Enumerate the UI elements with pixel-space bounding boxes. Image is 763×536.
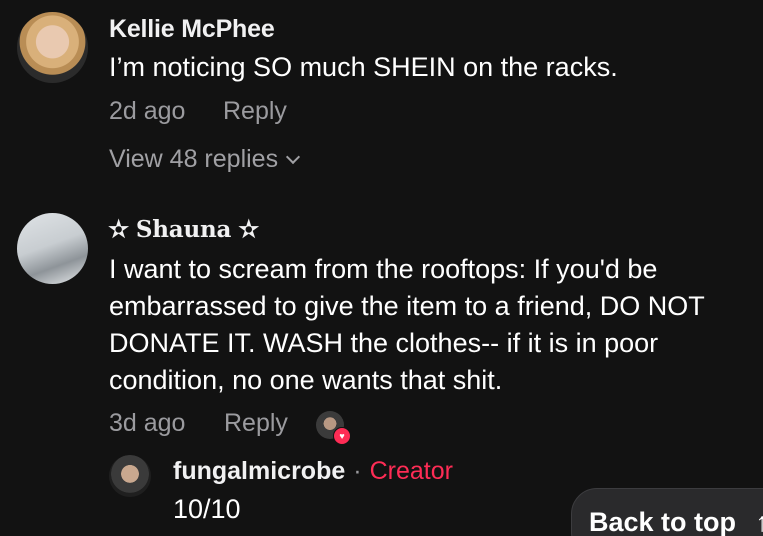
comment-username[interactable]: Kellie McPhee [109, 15, 275, 44]
comments-panel: Kellie McPhee I’m noticing SO much SHEIN… [0, 0, 763, 536]
back-to-top-label: Back to top [589, 507, 737, 536]
avatar[interactable] [109, 455, 151, 497]
arrow-up-icon: ↑ [755, 507, 763, 536]
reply-button[interactable]: Reply [223, 97, 287, 126]
comment-text: I want to scream from the rooftops: If y… [109, 254, 705, 395]
heart-icon: ♥ [333, 427, 351, 445]
reply-button[interactable]: Reply [224, 409, 288, 438]
separator-dot: · [353, 457, 362, 485]
back-to-top-button[interactable]: Back to top ↑ [571, 488, 763, 536]
reply-text: 10/10 [173, 494, 241, 524]
creator-badge: Creator [369, 457, 453, 485]
comment-username[interactable]: ✫ 𝐒𝐡𝐚𝐮𝐧𝐚 ✫ [109, 216, 258, 243]
view-replies-button[interactable]: View 48 replies [109, 145, 301, 174]
chevron-down-icon [286, 149, 301, 164]
comment-timestamp: 3d ago [109, 409, 186, 437]
comment-text: I’m noticing SO much SHEIN on the racks. [109, 52, 618, 82]
avatar[interactable] [17, 12, 88, 83]
comment-timestamp: 2d ago [109, 97, 186, 125]
view-replies-label: View 48 replies [109, 145, 279, 173]
avatar[interactable] [17, 213, 88, 284]
reply-username[interactable]: fungalmicrobe [173, 457, 345, 486]
reply-header: fungalmicrobe · Creator [173, 457, 453, 486]
